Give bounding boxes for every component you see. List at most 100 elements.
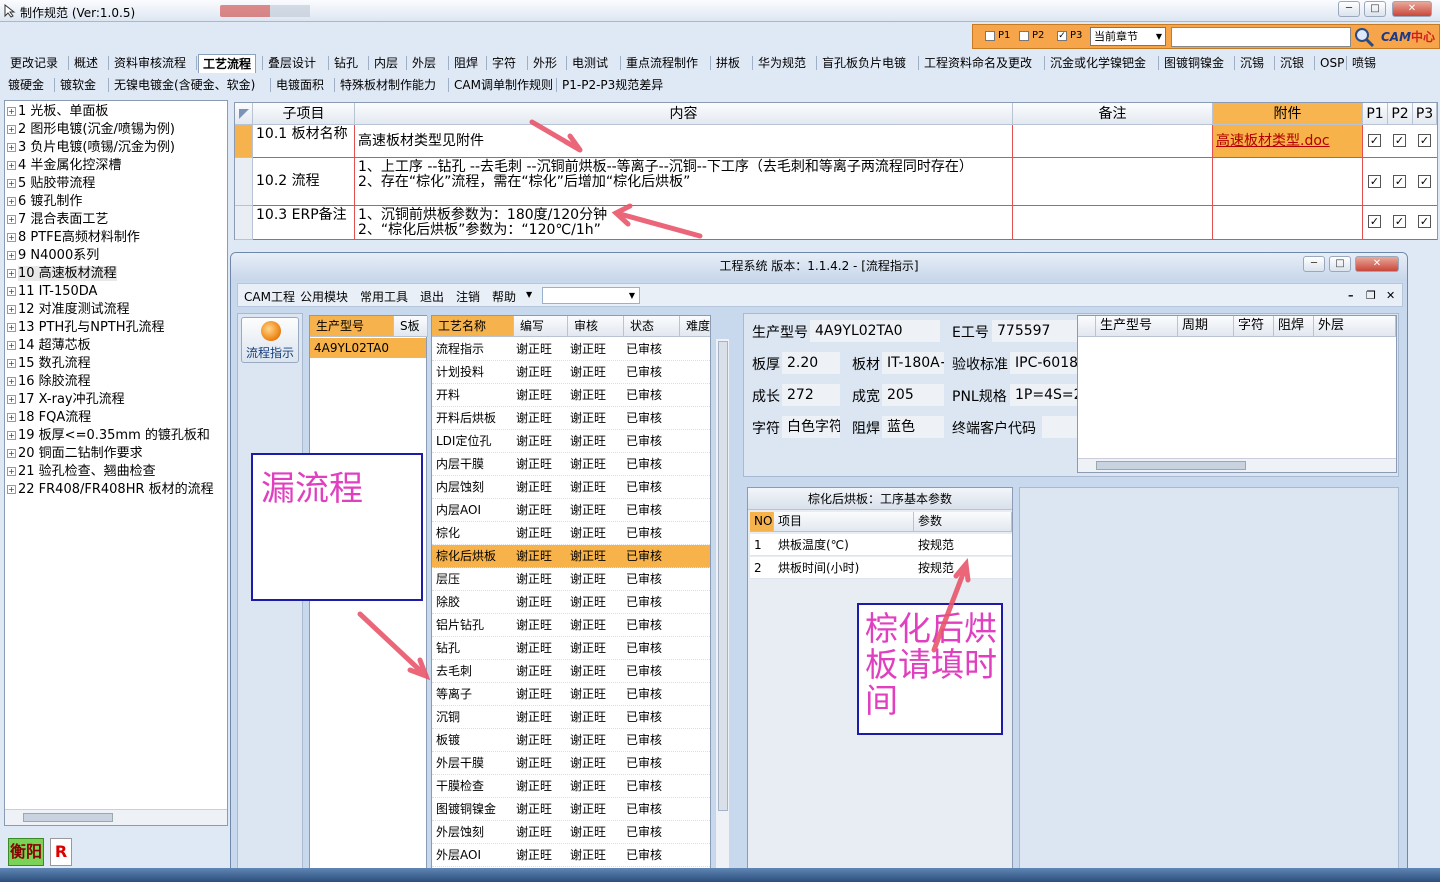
tab-9[interactable]: 字符 (488, 54, 520, 73)
scroll-thumb[interactable] (23, 813, 113, 822)
tree-item[interactable]: +17 X-ray冲孔流程 (7, 391, 227, 409)
row3-attachment[interactable] (1213, 206, 1363, 240)
search-input[interactable] (1171, 27, 1351, 47)
tree-item[interactable]: +5 贴胶带流程 (7, 175, 227, 193)
param-header-value[interactable]: 参数 (914, 512, 1012, 532)
rg-header-mask[interactable]: 阻焊 (1274, 316, 1314, 337)
row2-content[interactable]: 1、上工序 --钻孔 --去毛刺 --沉铜前烘板--等离子--沉铜--下工序（去… (355, 158, 1013, 206)
param-header-no[interactable]: NO (750, 512, 774, 532)
tab-14[interactable]: 华为规范 (754, 54, 810, 73)
tab-11[interactable]: 电测试 (568, 54, 612, 73)
tree-item[interactable]: +6 镀孔制作 (7, 193, 227, 211)
process-row[interactable]: 等离子 谢正旺 谢正旺 已审核 (432, 683, 710, 706)
expand-icon[interactable]: + (7, 107, 16, 116)
tree-item[interactable]: +2 图形电镀(沉金/喷锡为例) (7, 121, 227, 139)
expand-icon[interactable]: + (7, 305, 16, 314)
process-row[interactable]: 去毛刺 谢正旺 谢正旺 已审核 (432, 660, 710, 683)
tab-2[interactable]: 资料审核流程 (110, 54, 190, 73)
tab-0[interactable]: 更改记录 (6, 54, 62, 73)
right-grid-horizontal-scrollbar[interactable] (1078, 458, 1396, 472)
tree-item[interactable]: +8 PTFE高频材料制作 (7, 229, 227, 247)
row1-p3-checkbox[interactable]: ✓ (1418, 134, 1431, 147)
process-row[interactable]: 流程指示 谢正旺 谢正旺 已审核 (432, 338, 710, 361)
process-row[interactable]: 铝片钻孔 谢正旺 谢正旺 已审核 (432, 614, 710, 637)
tab-20[interactable]: 沉银 (1276, 54, 1308, 73)
rg-header-model[interactable]: 生产型号 (1096, 316, 1178, 337)
proc-header-status[interactable]: 状态 (624, 316, 680, 337)
process-vertical-scrollbar[interactable] (715, 339, 729, 871)
flow-instruction-button[interactable]: 流程指示 (241, 317, 299, 363)
row1-p2-checkbox[interactable]: ✓ (1393, 134, 1406, 147)
row-indicator[interactable] (235, 158, 253, 206)
close-button[interactable]: ✕ (1392, 1, 1432, 17)
process-row[interactable]: 外层蚀刻 谢正旺 谢正旺 已审核 (432, 821, 710, 844)
search-icon[interactable] (1353, 26, 1375, 48)
header-attachment[interactable]: 附件 (1213, 103, 1363, 125)
minimize-button[interactable]: ─ (1338, 1, 1360, 17)
process-row[interactable]: 除胶 谢正旺 谢正旺 已审核 (432, 591, 710, 614)
p3-checkbox[interactable]: ✓ (1057, 31, 1067, 41)
process-row[interactable]: 棕化 谢正旺 谢正旺 已审核 (432, 522, 710, 545)
process-row[interactable]: 开料后烘板 谢正旺 谢正旺 已审核 (432, 407, 710, 430)
header-note[interactable]: 备注 (1013, 103, 1213, 125)
row3-p1-checkbox[interactable]: ✓ (1368, 215, 1381, 228)
tree-item[interactable]: +20 铜面二钻制作要求 (7, 445, 227, 463)
pnl-field[interactable]: 1P=4S=2 (1010, 384, 1078, 406)
process-row[interactable]: 层压 谢正旺 谢正旺 已审核 (432, 568, 710, 591)
process-row[interactable]: 图镀铜镍金 谢正旺 谢正旺 已审核 (432, 798, 710, 821)
silkscreen-field[interactable]: 白色字符 (782, 416, 840, 438)
tab2-6[interactable]: P1-P2-P3规范差异 (558, 76, 667, 95)
r-button[interactable]: R (50, 838, 72, 866)
mdi-close-button[interactable]: ✕ (1386, 289, 1395, 302)
row1-p1-checkbox[interactable]: ✓ (1368, 134, 1381, 147)
tree-item[interactable]: +3 负片电镀(喷锡/沉金为例) (7, 139, 227, 157)
tab-16[interactable]: 工程资料命名及更改 (920, 54, 1036, 73)
tree-item[interactable]: +21 验孔检查、翘曲检查 (7, 463, 227, 481)
standard-field[interactable]: IPC-6018 (1010, 352, 1078, 374)
row3-p2-checkbox[interactable]: ✓ (1393, 215, 1406, 228)
expand-icon[interactable]: + (7, 413, 16, 422)
process-row[interactable]: 内层AOI 谢正旺 谢正旺 已审核 (432, 499, 710, 522)
process-row[interactable]: 内层蚀刻 谢正旺 谢正旺 已审核 (432, 476, 710, 499)
expand-icon[interactable]: + (7, 467, 16, 476)
process-row[interactable]: 内层干膜 谢正旺 谢正旺 已审核 (432, 453, 710, 476)
scroll-thumb[interactable] (718, 341, 728, 811)
tab-4[interactable]: 叠层设计 (264, 54, 320, 73)
tab-18[interactable]: 图镀铜镍金 (1160, 54, 1228, 73)
proc-header-author[interactable]: 编写 (514, 316, 568, 337)
process-row[interactable]: 棕化后烘板 谢正旺 谢正旺 已审核 (432, 545, 710, 568)
menu-help[interactable]: 帮助 (492, 288, 516, 305)
dialog-close-button[interactable]: ✕ (1355, 256, 1399, 272)
tree-item[interactable]: +15 数孔流程 (7, 355, 227, 373)
row3-p3-checkbox[interactable]: ✓ (1418, 215, 1431, 228)
header-p1[interactable]: P1 (1363, 103, 1388, 125)
expand-icon[interactable]: + (7, 251, 16, 260)
expand-icon[interactable]: + (7, 359, 16, 368)
p2-checkbox[interactable] (1019, 31, 1029, 41)
tab2-4[interactable]: 特殊板材制作能力 (336, 76, 440, 95)
mdi-restore-button[interactable]: ❐ (1366, 289, 1376, 302)
process-row[interactable]: LDI定位孔 谢正旺 谢正旺 已审核 (432, 430, 710, 453)
proc-header-reviewer[interactable]: 审核 (568, 316, 624, 337)
expand-icon[interactable]: + (7, 125, 16, 134)
expand-icon[interactable]: + (7, 449, 16, 458)
tree-item[interactable]: +1 光板、单面板 (7, 103, 227, 121)
row2-item[interactable]: 10.2 流程 (253, 158, 355, 206)
process-row[interactable]: 外层干膜 谢正旺 谢正旺 已审核 (432, 752, 710, 775)
expand-icon[interactable]: + (7, 197, 16, 206)
proc-header-name[interactable]: 工艺名称 (432, 316, 514, 337)
row2-p1-checkbox[interactable]: ✓ (1368, 175, 1381, 188)
tree-item[interactable]: +12 对准度测试流程 (7, 301, 227, 319)
tab-8[interactable]: 阻焊 (450, 54, 482, 73)
expand-icon[interactable]: + (7, 395, 16, 404)
dialog-combo[interactable]: ▼ (542, 287, 640, 304)
maximize-button[interactable]: □ (1364, 1, 1386, 17)
tab-21[interactable]: OSP (1316, 54, 1348, 73)
chevron-down-icon[interactable]: ▼ (526, 290, 532, 299)
row2-p2-checkbox[interactable]: ✓ (1393, 175, 1406, 188)
tab-22[interactable]: 喷锡 (1348, 54, 1380, 73)
tree-item[interactable]: +9 N4000系列 (7, 247, 227, 265)
tree-item[interactable]: +16 除胶流程 (7, 373, 227, 391)
tree-item[interactable]: +10 高速板材流程 (7, 265, 227, 283)
expand-icon[interactable]: + (7, 179, 16, 188)
